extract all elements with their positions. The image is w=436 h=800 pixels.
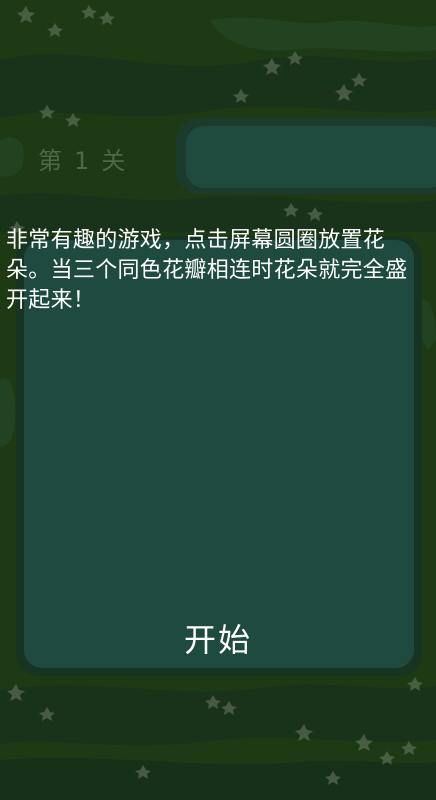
level-prefix: 第 xyxy=(38,147,64,175)
start-button[interactable]: 开始 xyxy=(168,618,268,662)
level-number: 1 xyxy=(74,147,92,175)
game-description: 非常有趣的游戏，点击屏幕圆圈放置花朵。当三个同色花瓣相连时花朵就完全盛开起来！ xyxy=(6,228,408,313)
level-suffix: 关 xyxy=(101,147,128,175)
level-bar xyxy=(186,126,436,188)
game-screen: 第1关 非常有趣的游戏，点击屏幕圆圈放置花朵。当三个同色花瓣相连时花朵就完全盛开… xyxy=(0,0,436,800)
level-indicator: 第1关 xyxy=(38,141,137,176)
